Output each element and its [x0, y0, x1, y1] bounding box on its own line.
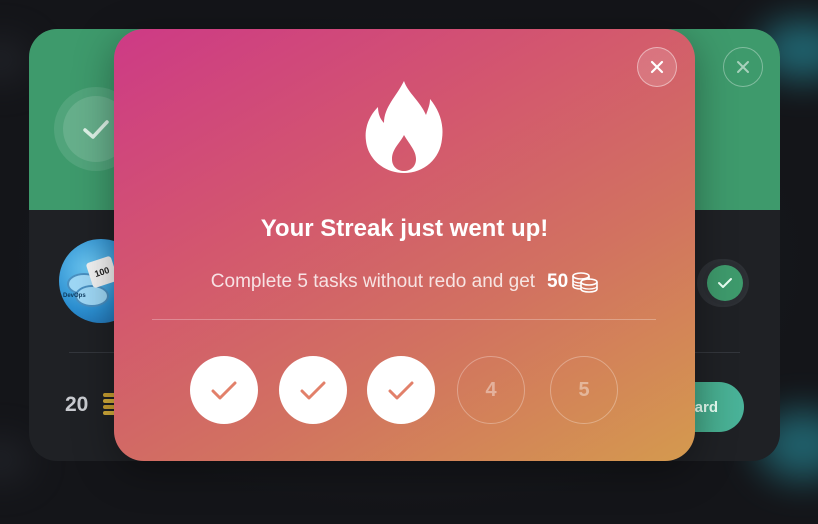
- close-button[interactable]: [637, 47, 677, 87]
- fire-icon: [365, 81, 443, 173]
- background-glow: [0, 440, 30, 480]
- check-icon: [388, 381, 414, 400]
- modal-title: Your Streak just went up!: [260, 215, 549, 242]
- streak-modal: Your Streak just went up! Complete 5 tas…: [114, 29, 695, 461]
- streak-step-1: [190, 356, 258, 424]
- check-icon: [300, 381, 326, 400]
- streak-step-2: [279, 356, 347, 424]
- close-icon: [650, 60, 664, 74]
- streak-step-5: 5: [550, 356, 618, 424]
- divider: [152, 319, 656, 320]
- back-close-button[interactable]: [723, 47, 763, 87]
- check-icon: [83, 120, 109, 139]
- reward-amount: 20: [65, 393, 89, 416]
- reward-amount: 50: [547, 271, 569, 292]
- check-icon: [211, 381, 237, 400]
- modal-subtitle: Complete 5 tasks without redo and get: [210, 271, 536, 292]
- check-icon: [718, 278, 732, 288]
- background-glow: [0, 40, 30, 80]
- avatar-book-label: 100: [93, 264, 111, 280]
- coins-icon: [572, 272, 598, 293]
- app-stage: 100 DevOps 20 ard Your Streak just went …: [0, 0, 818, 524]
- close-icon: [737, 61, 749, 73]
- task-toggle[interactable]: [697, 259, 749, 307]
- avatar-tag: DevOps: [63, 293, 86, 299]
- streak-step-3: [367, 356, 435, 424]
- modal-subtitle-row: Complete 5 tasks without redo and get 50: [114, 271, 695, 293]
- streak-step-4: 4: [457, 356, 525, 424]
